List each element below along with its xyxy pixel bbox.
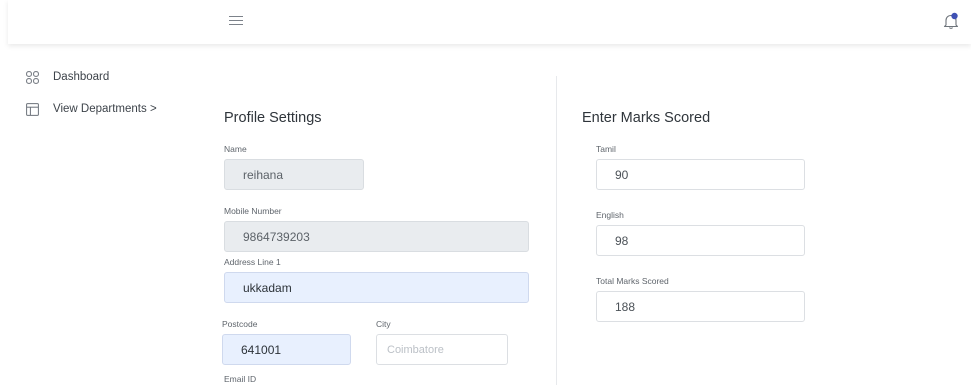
english-label: English: [596, 210, 624, 220]
name-field[interactable]: reihana: [224, 159, 364, 190]
english-marks-field[interactable]: 98: [596, 225, 805, 256]
hamburger-icon[interactable]: [229, 16, 243, 26]
mobile-number-field[interactable]: 9864739203: [224, 221, 529, 252]
sidebar-item-dashboard[interactable]: Dashboard: [26, 68, 109, 86]
profile-settings-title: Profile Settings: [224, 110, 322, 126]
city-label: City: [376, 319, 391, 329]
email-id-label: Email ID: [224, 374, 257, 384]
sidebar-item-view-departments[interactable]: View Departments >: [26, 100, 157, 118]
postcode-field[interactable]: 641001: [222, 334, 351, 365]
table-icon: [26, 102, 39, 116]
address-line-1-label: Address Line 1: [224, 257, 281, 267]
total-marks-label: Total Marks Scored: [596, 276, 669, 286]
sidebar-item-label: Dashboard: [53, 71, 110, 83]
address-line-1-field[interactable]: ukkadam: [224, 272, 529, 303]
bell-icon[interactable]: [943, 12, 959, 30]
tamil-marks-field[interactable]: 90: [596, 159, 805, 190]
column-divider: [556, 76, 557, 385]
total-marks-field[interactable]: 188: [596, 291, 805, 322]
tamil-label: Tamil: [596, 144, 616, 154]
city-field[interactable]: Coimbatore: [376, 334, 508, 365]
sidebar-item-label: View Departments >: [53, 103, 157, 115]
top-navbar: [8, 0, 971, 44]
enter-marks-title: Enter Marks Scored: [582, 110, 711, 126]
mobile-number-label: Mobile Number: [224, 206, 282, 216]
grid-icon: [26, 70, 39, 84]
postcode-label: Postcode: [222, 319, 258, 329]
name-label: Name: [224, 144, 247, 154]
